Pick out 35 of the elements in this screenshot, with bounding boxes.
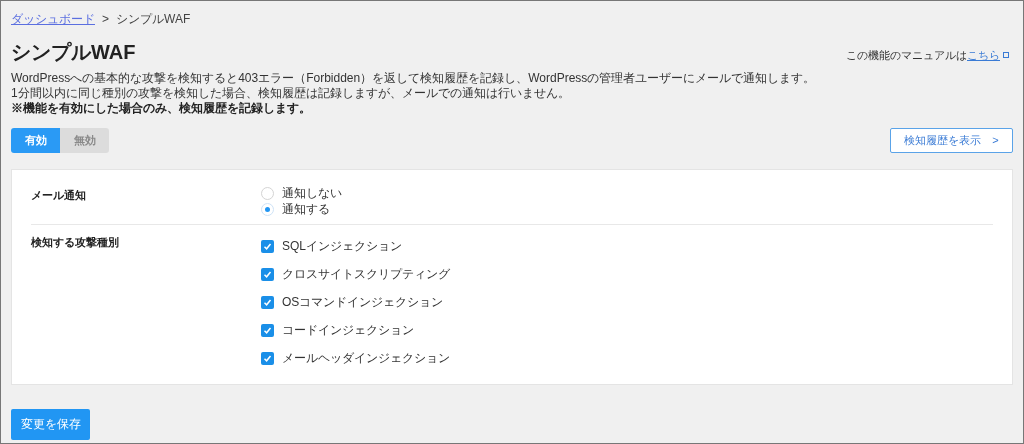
radio-button[interactable] <box>261 202 274 216</box>
checkbox[interactable] <box>261 323 274 337</box>
checkbox-label: コードインジェクション <box>282 322 414 339</box>
manual-link[interactable]: こちら <box>967 46 1000 63</box>
checkbox-label: OSコマンドインジェクション <box>282 294 444 311</box>
check-icon <box>263 241 272 251</box>
history-button[interactable]: 検知履歴を表示 > <box>890 128 1013 153</box>
description-text: WordPressへの基本的な攻撃を検知すると403エラー（Forbidden）を返して検知履歴を記録し、WordPressの管理者ユーザーにメールで通知します。 <box>11 71 817 86</box>
radio-label: 通知する <box>282 201 330 218</box>
checkbox-label: メールヘッダインジェクション <box>282 350 450 367</box>
checkbox-label: クロスサイトスクリプティング <box>282 266 450 283</box>
checkbox[interactable] <box>261 267 274 281</box>
radio-button[interactable] <box>261 186 274 200</box>
toggle-option[interactable]: 有効 <box>11 128 60 153</box>
setting-label: メール通知 <box>31 188 87 201</box>
checkbox-label: SQLインジェクション <box>282 238 402 255</box>
external-link-icon <box>1003 51 1009 58</box>
check-icon <box>263 325 272 335</box>
breadcrumb-separator: > <box>102 11 109 28</box>
manual-text: この機能のマニュアルは <box>846 47 967 63</box>
check-icon <box>263 297 272 307</box>
description-text: 1分間以内に同じ種別の攻撃を検知した場合、検知履歴は記録しますが、メールでの通知は行いません。 <box>11 86 571 101</box>
check-icon <box>263 269 272 279</box>
checkbox[interactable] <box>261 295 274 309</box>
breadcrumb-link[interactable]: ダッシュボード <box>11 10 95 28</box>
checkbox[interactable] <box>261 351 274 365</box>
page-title: シンプルWAF <box>11 40 136 64</box>
note-text: ※機能を有効にした場合のみ、検知履歴を記録します。 <box>11 101 312 116</box>
radio-label: 通知しない <box>282 185 342 202</box>
check-icon <box>263 353 272 363</box>
breadcrumb-current: シンプルWAF <box>116 11 191 28</box>
checkbox[interactable] <box>261 239 274 253</box>
setting-label: 検知する攻撃種別 <box>31 235 120 248</box>
save-button[interactable]: 変更を保存 <box>11 409 90 440</box>
toggle-option[interactable]: 無効 <box>60 128 109 153</box>
